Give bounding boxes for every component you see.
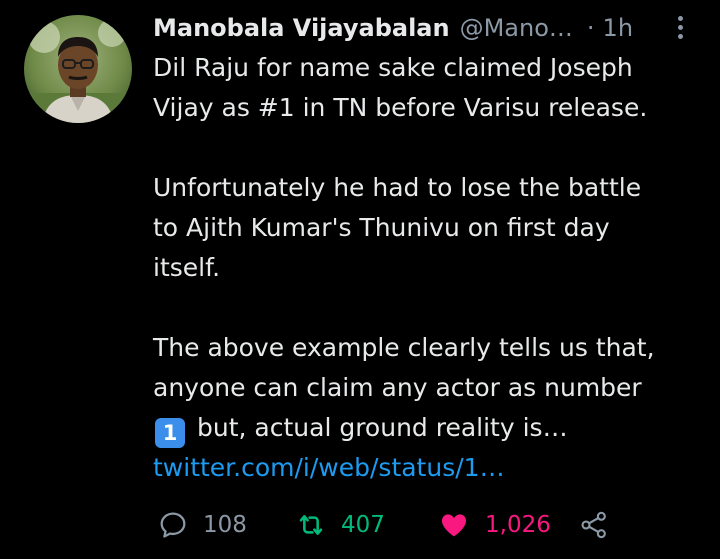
retweet-icon xyxy=(299,515,323,535)
tweet-line-with-emoji: 1 but, actual ground reality is… xyxy=(153,408,698,448)
retweet-count: 407 xyxy=(341,512,385,538)
tweet-text: Dil Raju for name sake claimed Joseph Vi… xyxy=(153,48,698,488)
keycap-one-emoji: 1 xyxy=(155,418,185,448)
author-handle[interactable]: @Mano… xyxy=(460,14,573,42)
timestamp[interactable]: 1h xyxy=(603,14,633,42)
reply-icon xyxy=(160,512,186,538)
share-button[interactable] xyxy=(578,505,610,545)
like-button[interactable]: 1,026 xyxy=(437,505,551,545)
tweet-line: itself. xyxy=(153,253,221,282)
like-count: 1,026 xyxy=(485,512,551,538)
heart-icon xyxy=(442,514,466,537)
tweet-line: to Ajith Kumar's Thunivu on first day xyxy=(153,213,610,242)
more-icon[interactable] xyxy=(676,14,686,42)
status-link[interactable]: twitter.com/i/web/status/1… xyxy=(153,453,505,482)
avatar-photo xyxy=(24,15,132,123)
tweet-card[interactable]: Manobala Vijayabalan @Mano… · 1h Dil Raj… xyxy=(0,0,720,559)
tweet-line-link: twitter.com/i/web/status/1… xyxy=(153,448,698,488)
tweet-header: Manobala Vijayabalan @Mano… · 1h xyxy=(153,10,693,46)
tweet-line: anyone can claim any actor as number xyxy=(153,373,642,402)
tweet-line: Dil Raju for name sake claimed Joseph xyxy=(153,53,633,82)
action-bar: 108 407 1,026 xyxy=(0,505,720,545)
tweet-line: Vijay as #1 in TN before Varisu release. xyxy=(153,93,648,122)
reply-count: 108 xyxy=(203,512,247,538)
avatar[interactable] xyxy=(24,15,132,123)
header-separator: · xyxy=(586,14,595,42)
share-icon xyxy=(581,511,606,539)
author-name[interactable]: Manobala Vijayabalan xyxy=(153,14,450,42)
retweet-button[interactable]: 407 xyxy=(295,505,385,545)
reply-button[interactable]: 108 xyxy=(157,505,247,545)
tweet-line: Unfortunately he had to lose the battle xyxy=(153,173,642,202)
tweet-line: The above example clearly tells us that, xyxy=(153,333,655,362)
tweet-line: but, actual ground reality is… xyxy=(197,413,568,442)
